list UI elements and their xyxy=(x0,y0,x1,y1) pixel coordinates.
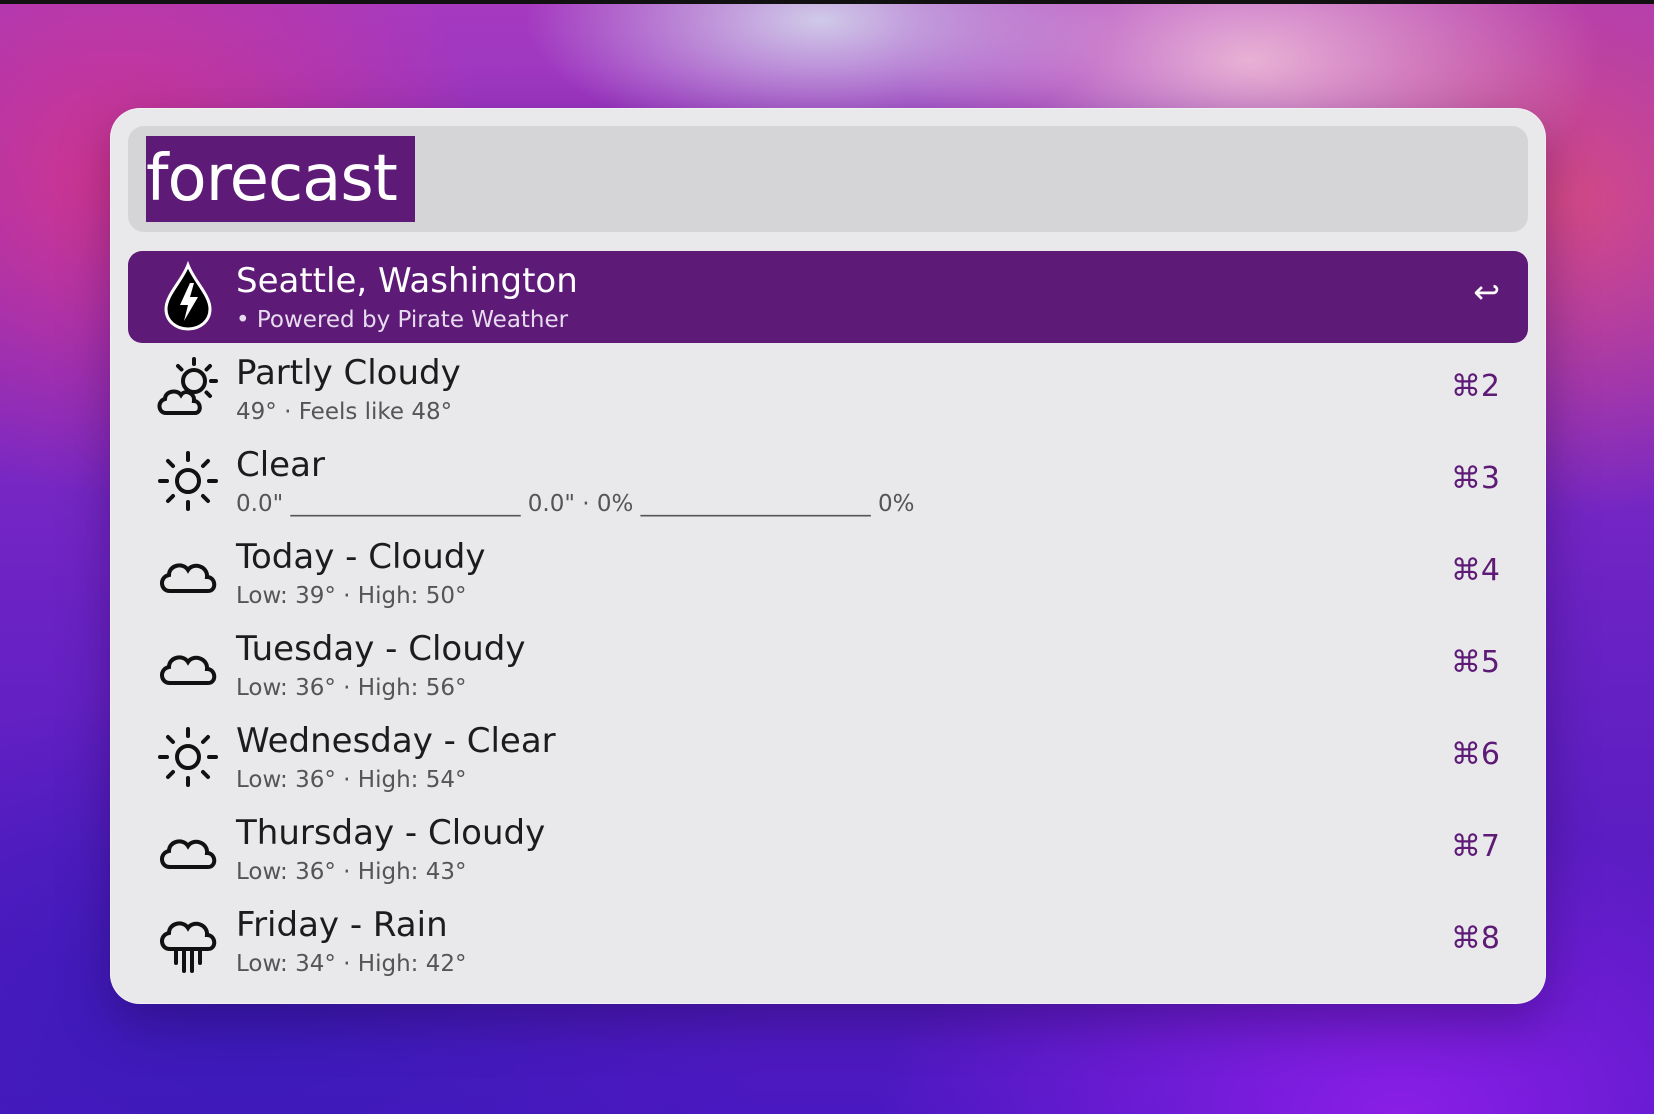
rain-icon xyxy=(152,905,224,977)
result-subtitle: Low: 39° · High: 50° xyxy=(236,583,467,609)
result-row-day-today[interactable]: Today - Cloudy Low: 39° · High: 50° ⌘4 xyxy=(128,527,1528,619)
shortcut-label: ⌘8 xyxy=(1450,921,1500,956)
result-subtitle: Low: 36° · High: 54° xyxy=(236,767,467,793)
shortcut-label: ⌘4 xyxy=(1450,553,1500,588)
result-title: Wednesday - Clear xyxy=(236,721,556,761)
result-title: Tuesday - Cloudy xyxy=(236,629,526,669)
result-title: Today - Cloudy xyxy=(236,537,486,577)
result-subtitle: 49° · Feels like 48° xyxy=(236,399,453,425)
search-input[interactable]: forecast xyxy=(128,126,1528,232)
result-row-current-conditions[interactable]: Partly Cloudy 49° · Feels like 48° ⌘2 xyxy=(128,343,1528,435)
return-key-icon: ↩ xyxy=(1473,273,1500,311)
result-subtitle: Low: 36° · High: 43° xyxy=(236,859,467,885)
result-subtitle: Low: 34° · High: 42° xyxy=(236,951,467,977)
result-row-location[interactable]: Seattle, Washington • Powered by Pirate … xyxy=(128,251,1528,343)
result-subtitle: 0.0" ____________________ 0.0" · 0% ____… xyxy=(236,491,915,517)
shortcut-label: ⌘2 xyxy=(1450,369,1500,404)
result-title: Seattle, Washington xyxy=(236,261,578,301)
shortcut-label: ⌘3 xyxy=(1450,461,1500,496)
result-row-day-friday[interactable]: Friday - Rain Low: 34° · High: 42° ⌘8 xyxy=(128,895,1528,987)
cloud-icon xyxy=(152,813,224,885)
cloud-icon xyxy=(152,629,224,701)
shortcut-label: ⌘6 xyxy=(1450,737,1500,772)
shortcut-label: ⌘5 xyxy=(1450,645,1500,680)
result-row-precipitation[interactable]: Clear 0.0" ____________________ 0.0" · 0… xyxy=(128,435,1528,527)
shortcut-label: ⌘7 xyxy=(1450,829,1500,864)
sun-icon xyxy=(152,721,224,793)
result-title: Thursday - Cloudy xyxy=(236,813,546,853)
screen-top-edge xyxy=(0,0,1654,4)
result-title: Partly Cloudy xyxy=(236,353,461,393)
result-subtitle: Low: 36° · High: 56° xyxy=(236,675,467,701)
results-list: Seattle, Washington • Powered by Pirate … xyxy=(128,251,1528,987)
result-row-day-thursday[interactable]: Thursday - Cloudy Low: 36° · High: 43° ⌘… xyxy=(128,803,1528,895)
result-title: Friday - Rain xyxy=(236,905,448,945)
launcher-panel: forecast Seattle, Washington • Powered b… xyxy=(110,108,1546,1004)
result-title: Clear xyxy=(236,445,325,485)
sun-icon xyxy=(152,445,224,517)
partly-cloudy-icon xyxy=(152,353,224,425)
cloud-icon xyxy=(152,537,224,609)
result-subtitle: • Powered by Pirate Weather xyxy=(236,307,569,333)
pirate-weather-drop-icon xyxy=(152,260,224,333)
result-row-day-wednesday[interactable]: Wednesday - Clear Low: 36° · High: 54° ⌘… xyxy=(128,711,1528,803)
result-row-day-tuesday[interactable]: Tuesday - Cloudy Low: 36° · High: 56° ⌘5 xyxy=(128,619,1528,711)
search-query-selected[interactable]: forecast xyxy=(146,136,415,222)
